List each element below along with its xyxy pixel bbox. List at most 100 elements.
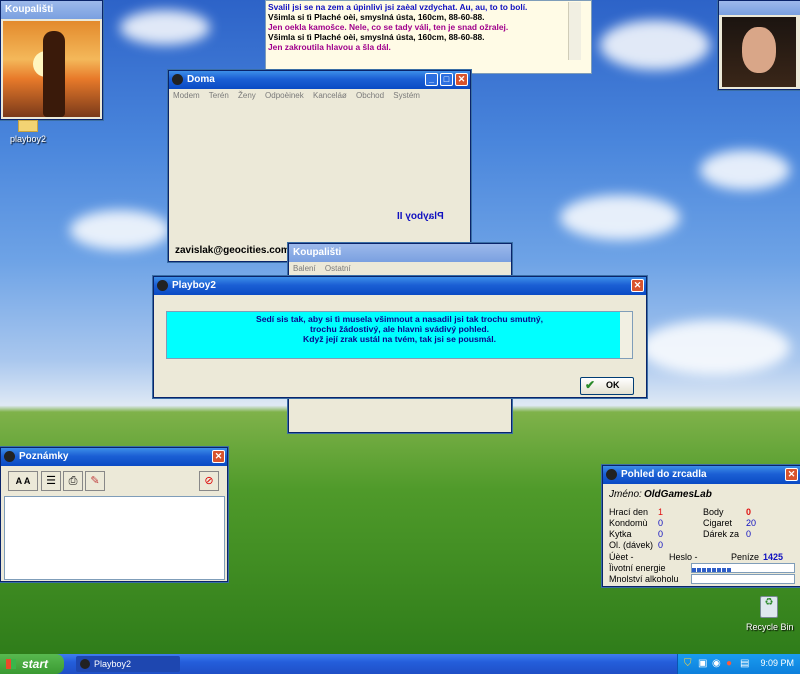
minimize-button[interactable]: _	[425, 73, 438, 86]
bar-segment	[702, 568, 706, 572]
stat-label: Kytka	[609, 529, 632, 539]
windows-logo-icon	[6, 659, 16, 669]
doma-titlebar[interactable]: Doma _ □ ✕	[169, 71, 470, 89]
portrait-titlebar[interactable]	[719, 1, 800, 15]
menu-item-ostatni[interactable]: Ostatní	[325, 264, 351, 273]
cloud-decoration	[70, 210, 170, 250]
cloud-decoration	[700, 150, 790, 190]
menu-item-teren[interactable]: Terén	[209, 91, 229, 100]
network-icon[interactable]: ▣	[698, 658, 707, 669]
print-button[interactable]: ⎙	[63, 471, 83, 491]
app-icon	[80, 659, 90, 669]
money-value: 1425	[763, 552, 784, 562]
checkmark-icon: ✔	[585, 378, 596, 392]
mirror-window: Pohled do zrcadla ✕ Jméno: OldGamesLab H…	[602, 465, 800, 587]
menu-item-baleni[interactable]: Balení	[293, 264, 316, 273]
menu-item-odpocinek[interactable]: Odpoèinek	[265, 91, 304, 100]
chat-scrollbar[interactable]	[568, 2, 581, 60]
stat-value: 20	[746, 518, 757, 528]
dialog-title: Playboy2	[172, 280, 216, 291]
close-button[interactable]: ✕	[785, 468, 798, 481]
desktop-icon-playboy2[interactable]: playboy2	[4, 118, 54, 148]
beach-photo	[3, 21, 100, 117]
stat-value: 0	[746, 507, 752, 517]
desktop: Koupališti playboy2 Svalil jsi se na zem…	[0, 0, 800, 654]
bar-segment	[707, 568, 711, 572]
dialog-message-box: Sedí sis tak, aby si tì musela všimnout …	[166, 311, 633, 359]
account-label: Úèet -	[609, 552, 634, 562]
dialog-scrollbar[interactable]	[620, 312, 632, 358]
window-title: Doma	[187, 74, 215, 85]
volume-icon[interactable]: ◉	[712, 658, 721, 669]
app-icon	[157, 280, 168, 291]
start-button[interactable]: start	[0, 654, 64, 674]
alcohol-label: Mnolství alkoholu	[609, 574, 679, 584]
close-button[interactable]: ✕	[631, 279, 644, 292]
display-icon[interactable]: ▤	[740, 658, 749, 669]
bar-segment	[722, 568, 726, 572]
chat-log: Svalil jsi se na zem a úpinlivì jsi zaèa…	[268, 2, 568, 62]
password-label: Heslo -	[669, 552, 698, 562]
folder-icon	[18, 120, 38, 132]
chat-line: Jen zakroutila hlavou a šla dál.	[268, 42, 391, 52]
dialog-titlebar[interactable]: Playboy2 ✕	[154, 277, 646, 295]
money-label: Peníze	[731, 552, 760, 562]
delete-button[interactable]: ⊘	[199, 471, 219, 491]
notes-textarea[interactable]	[4, 496, 225, 580]
list-button[interactable]: ☰	[41, 471, 61, 491]
clock: 9:09 PM	[760, 658, 794, 668]
dialog-message-line: Když její zrak ustál na tvém, tak jsi se…	[303, 334, 496, 344]
maximize-button[interactable]: □	[440, 73, 453, 86]
bar-segment	[692, 568, 696, 572]
close-button[interactable]: ✕	[455, 73, 468, 86]
alert-icon[interactable]: ●	[726, 658, 732, 669]
app-icon	[4, 451, 15, 462]
security-shield-icon[interactable]: ⛉	[684, 658, 692, 669]
stat-value: 1	[658, 507, 664, 517]
ok-button[interactable]: ✔ OK	[580, 377, 634, 395]
chat-line: Jen oekla kamošce. Nele, co se tady váli…	[268, 22, 509, 32]
menu-item-zeny[interactable]: Ženy	[238, 91, 256, 100]
taskbar-item-playboy2[interactable]: Playboy2	[76, 656, 180, 672]
poznamky-titlebar[interactable]: Poznámky ✕	[1, 448, 227, 466]
stat-label: Hrací den	[609, 507, 649, 517]
menu-item-obchod[interactable]: Obchod	[356, 91, 384, 100]
koupaliste-titlebar[interactable]: Koupališti	[289, 244, 511, 262]
chat-line: Všimla si tì Plaché oèi, smyslná ústa, 1…	[268, 12, 485, 22]
cloud-decoration	[120, 10, 210, 45]
koupaliste-photo-titlebar[interactable]: Koupališti	[1, 1, 102, 19]
system-tray: ⛉ ▣ ◉ ● ▤ 9:09 PM	[677, 654, 800, 674]
chat-line: Svalil jsi se na zem a úpinlivì jsi zaèa…	[268, 2, 528, 12]
cloud-decoration	[640, 320, 790, 375]
cloud-decoration	[560, 195, 680, 240]
bar-segment	[717, 568, 721, 572]
menu-item-kancelar[interactable]: Kanceláø	[313, 91, 347, 100]
energy-bar	[691, 563, 795, 573]
window-title: Pohled do zrcadla	[621, 469, 707, 480]
stat-value: 0	[658, 540, 664, 550]
eraser-button[interactable]: ✎	[85, 471, 105, 491]
close-button[interactable]: ✕	[212, 450, 225, 463]
font-button[interactable]: A A	[8, 471, 38, 491]
app-icon	[172, 74, 183, 85]
author-email: zavislak@geocities.com	[175, 245, 290, 256]
taskbar: start Playboy2 ⛉ ▣ ◉ ● ▤ 9:09 PM	[0, 654, 800, 674]
font-button-label: A A	[15, 476, 31, 486]
desktop-icon-recycle-bin[interactable]: ♻ Recycle Bin	[742, 596, 796, 636]
chat-line: Všimla si tì Plaché oèi, smyslná ústa, 1…	[268, 32, 485, 42]
taskbar-item-label: Playboy2	[94, 659, 132, 669]
poznamky-window: Poznámky ✕ A A ☰ ⎙ ✎ ⊘	[0, 447, 228, 582]
recycle-bin-icon: ♻	[760, 596, 778, 618]
bar-segment	[697, 568, 701, 572]
menu-item-system[interactable]: Systém	[393, 91, 420, 100]
menu-item-modem[interactable]: Modem	[173, 91, 200, 100]
name-value: OldGamesLab	[644, 489, 712, 500]
app-icon	[606, 469, 617, 480]
mirror-titlebar[interactable]: Pohled do zrcadla ✕	[603, 466, 800, 484]
portrait-photo	[722, 17, 796, 87]
stat-value: 0	[658, 529, 664, 539]
chat-window: Svalil jsi se na zem a úpinlivì jsi zaèa…	[265, 0, 592, 74]
poznamky-toolbar: A A ☰ ⎙ ✎ ⊘	[3, 469, 223, 493]
doma-menubar: Modem Terén Ženy Odpoèinek Kanceláø Obch…	[169, 89, 470, 103]
bar-segment	[727, 568, 731, 572]
